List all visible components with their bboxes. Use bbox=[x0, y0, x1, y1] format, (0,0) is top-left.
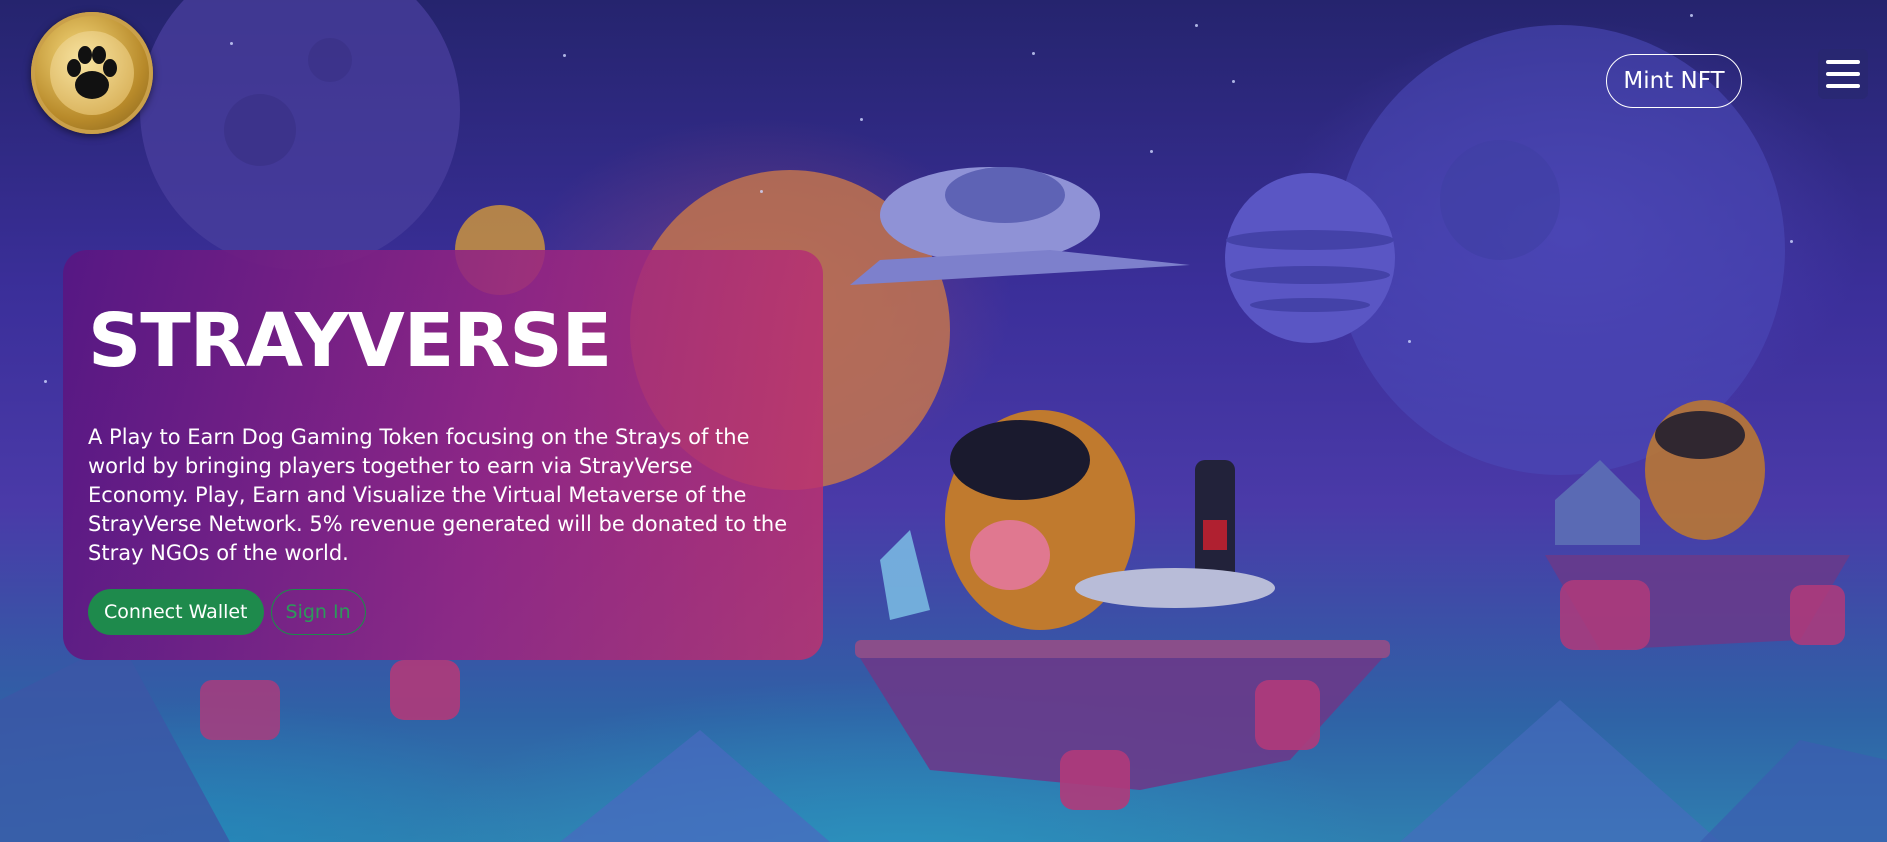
hero-actions: Connect Wallet Sign In bbox=[88, 589, 366, 635]
strayverse-logo[interactable] bbox=[31, 12, 153, 134]
mint-nft-button[interactable]: Mint NFT bbox=[1606, 54, 1742, 108]
sign-in-button[interactable]: Sign In bbox=[270, 589, 366, 635]
hero-title: STRAYVERSE bbox=[88, 298, 612, 384]
paw-icon bbox=[50, 31, 134, 115]
hero-description: A Play to Earn Dog Gaming Token focusing… bbox=[88, 425, 788, 565]
connect-wallet-button[interactable]: Connect Wallet bbox=[88, 589, 264, 635]
hamburger-menu-icon[interactable] bbox=[1818, 49, 1868, 99]
hero-card: STRAYVERSE A Play to Earn Dog Gaming Tok… bbox=[63, 250, 823, 660]
